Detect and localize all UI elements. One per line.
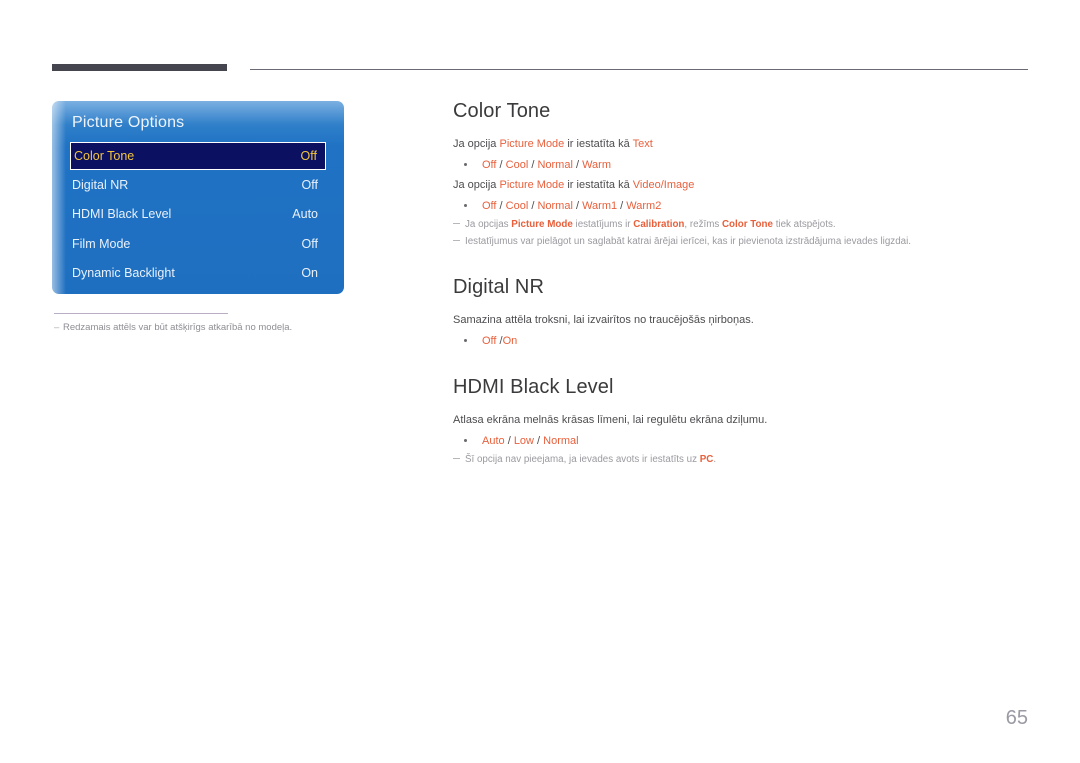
option-list-item: Off / Cool / Normal / Warm: [453, 156, 1033, 174]
term-picture-mode: Picture Mode: [511, 219, 573, 231]
sep: /: [534, 434, 544, 447]
osd-item-label: Color Tone: [74, 149, 135, 163]
section-digital-nr: Digital NR Samazina attēla troksni, lai …: [453, 276, 1033, 350]
digital-nr-options: Off /On: [453, 332, 1033, 350]
sep: /: [572, 200, 583, 213]
sep: /: [617, 200, 627, 213]
page-number: 65: [1005, 707, 1028, 729]
term-text: Text: [632, 138, 653, 150]
color-tone-options-video: Off / Cool / Normal / Warm1 / Warm2: [453, 197, 1033, 215]
osd-item-dynamic-backlight[interactable]: Dynamic Backlight On: [52, 259, 344, 289]
sep: /: [572, 159, 583, 172]
osd-item-color-tone[interactable]: Color Tone Off: [70, 142, 326, 170]
footnote-dash: –: [54, 322, 60, 333]
color-tone-options-text: Off / Cool / Normal / Warm: [453, 156, 1033, 174]
sep: /: [504, 434, 514, 447]
note-part: .: [713, 454, 717, 466]
note-pc-source: Šī opcija nav pieejama, ja ievades avots…: [453, 453, 1033, 468]
option-cool: Cool: [505, 200, 529, 213]
osd-item-value: On: [301, 266, 318, 281]
content-column: Color Tone Ja opcija Picture Mode ir ies…: [453, 100, 1033, 468]
option-cool: Cool: [505, 159, 529, 172]
sep: /: [496, 200, 506, 213]
osd-item-value: Off: [301, 236, 318, 251]
option-list-item: Off / Cool / Normal / Warm1 / Warm2: [453, 197, 1033, 215]
osd-item-film-mode[interactable]: Film Mode Off: [52, 229, 344, 259]
footnote-divider: [54, 313, 228, 314]
section-color-tone: Color Tone Ja opcija Picture Mode ir ies…: [453, 100, 1033, 250]
color-tone-line-video-mode: Ja opcija Picture Mode ir iestatīta kā V…: [453, 177, 1033, 194]
osd-item-digital-nr[interactable]: Digital NR Off: [52, 170, 344, 200]
option-normal: Normal: [543, 434, 579, 447]
osd-picture-options-panel: Picture Options Color Tone Off Digital N…: [52, 101, 344, 294]
header-rule-line: [250, 69, 1028, 70]
option-off: Off: [482, 334, 497, 347]
line-mid: ir iestatīta kā: [564, 138, 633, 150]
line-pre: Ja opcija: [453, 179, 500, 192]
hdmi-black-level-description: Atlasa ekrāna melnās krāsas līmeni, lai …: [453, 413, 768, 426]
option-off: Off: [482, 159, 497, 172]
section-title: Digital NR: [453, 275, 545, 298]
section-title: HDMI Black Level: [453, 375, 614, 398]
osd-item-value: Off: [300, 149, 317, 163]
section-title: Color Tone: [453, 100, 551, 122]
term-video-image: Video/Image: [632, 179, 695, 192]
hdmi-black-level-options: Auto / Low / Normal: [453, 432, 1033, 450]
osd-item-label: Digital NR: [72, 177, 129, 192]
option-off: Off: [482, 200, 497, 213]
term-picture-mode: Picture Mode: [499, 138, 565, 150]
note-part: tiek atspējots.: [772, 219, 836, 231]
option-on: On: [502, 334, 518, 347]
sep: /: [496, 159, 506, 172]
note-external-device: Iestatījumus var pielāgot un saglabāt ka…: [453, 235, 1033, 250]
term-color-tone: Color Tone: [721, 219, 773, 231]
document-page: Picture Options Color Tone Off Digital N…: [0, 0, 1080, 763]
osd-menu-list: Color Tone Off Digital NR Off HDMI Black…: [52, 142, 344, 288]
osd-panel-title: Picture Options: [72, 114, 185, 131]
option-normal: Normal: [537, 159, 573, 172]
osd-item-value: Off: [301, 177, 318, 192]
osd-item-label: HDMI Black Level: [72, 207, 172, 222]
note-calibration: Ja opcijas Picture Mode iestatījums ir C…: [453, 218, 1033, 233]
note-part: Šī opcija nav pieejama, ja ievades avots…: [465, 454, 700, 466]
osd-item-label: Dynamic Backlight: [72, 266, 175, 281]
note-part: iestatījums ir: [572, 219, 634, 231]
osd-footnote: – Redzamais attēls var būt atšķirīgs atka…: [54, 322, 374, 333]
osd-item-hdmi-black-level[interactable]: HDMI Black Level Auto: [52, 200, 344, 230]
section-hdmi-black-level: HDMI Black Level Atlasa ekrāna melnās kr…: [453, 376, 1033, 468]
option-warm2: Warm2: [626, 200, 662, 213]
term-picture-mode: Picture Mode: [499, 179, 565, 192]
option-warm: Warm: [582, 159, 611, 172]
option-auto: Auto: [482, 434, 505, 447]
note-part: Ja opcijas: [465, 219, 512, 231]
osd-item-value: Auto: [292, 207, 318, 222]
line-mid: ir iestatīta kā: [564, 179, 633, 192]
digital-nr-description: Samazina attēla troksni, lai izvairītos …: [453, 313, 754, 326]
option-normal: Normal: [537, 200, 573, 213]
option-list-item: Auto / Low / Normal: [453, 432, 1033, 450]
option-low: Low: [513, 434, 534, 447]
term-calibration: Calibration: [633, 219, 685, 231]
osd-item-label: Film Mode: [72, 236, 131, 251]
note-part: , režīms: [684, 219, 722, 231]
term-pc: PC: [699, 454, 714, 466]
option-warm1: Warm1: [582, 200, 618, 213]
footnote-text: Redzamais attēls var būt atšķirīgs atkar…: [63, 322, 293, 333]
option-list-item: Off /On: [453, 332, 1033, 350]
color-tone-line-text-mode: Ja opcija Picture Mode ir iestatīta kā T…: [453, 136, 1033, 153]
line-pre: Ja opcija: [453, 138, 500, 150]
header-accent-bar: [52, 64, 227, 71]
